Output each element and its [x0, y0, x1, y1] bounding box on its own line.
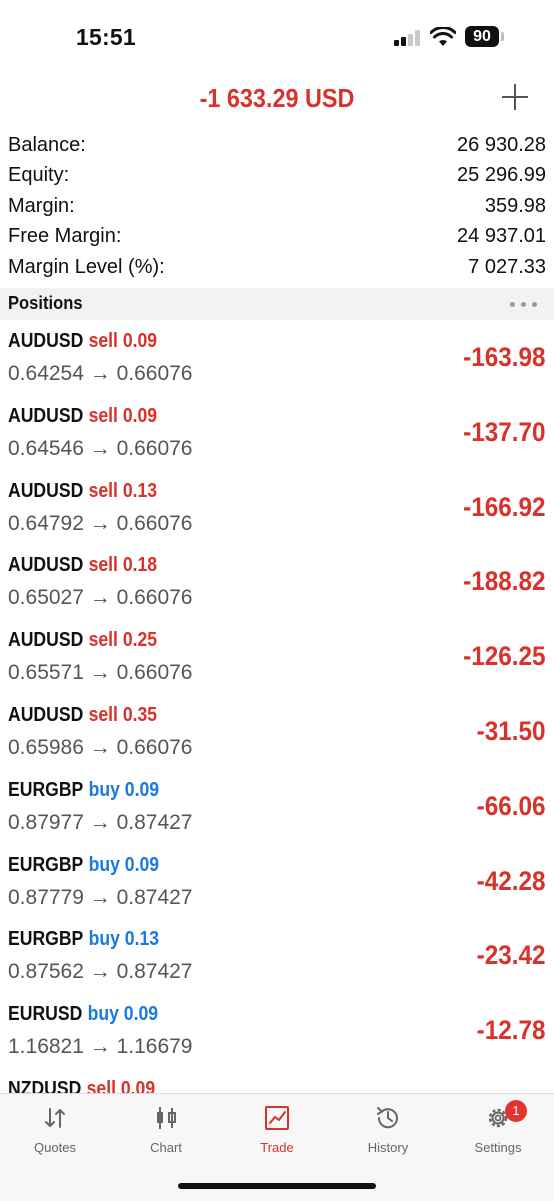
position-symbol: AUDUSD: [8, 629, 84, 652]
position-profit: -126.25: [463, 641, 546, 672]
position-prices: 0.64546 → 0.66076: [8, 436, 193, 460]
position-side: buy 0.09: [88, 853, 160, 876]
tab-chart-label: Chart: [150, 1140, 182, 1155]
position-side: sell 0.25: [88, 629, 158, 652]
position-row[interactable]: EURGBP buy 0.09 0.87977 → 0.87427 -66.06: [0, 769, 554, 844]
position-row[interactable]: AUDUSD sell 0.09 0.64254 → 0.66076 -163.9…: [0, 320, 554, 395]
tab-quotes[interactable]: Quotes: [0, 1100, 110, 1160]
margin-level-value: 7 027.33: [468, 255, 546, 278]
quotes-icon: [45, 1108, 65, 1128]
position-symbol: AUDUSD: [8, 703, 84, 726]
position-symbol: AUDUSD: [8, 330, 84, 352]
account-row-margin: Margin: 359.98: [0, 192, 554, 222]
position-profit: -137.70: [463, 416, 546, 447]
notification-badge: 1: [505, 1100, 527, 1122]
position-profit: -166.92: [463, 491, 546, 522]
margin-value: 359.98: [484, 194, 546, 217]
total-profit-loss: -1 633.29 USD: [199, 83, 355, 113]
position-row[interactable]: EURUSD buy 0.09 1.16821 → 1.16679 -12.78: [0, 993, 554, 1068]
positions-list: AUDUSD sell 0.09 0.64254 → 0.66076 -163.9…: [0, 320, 554, 1093]
position-profit: -163.98: [463, 342, 546, 372]
position-symbol: AUDUSD: [8, 404, 84, 427]
position-prices: 0.87977 → 0.87427: [8, 810, 193, 834]
history-icon: [377, 1107, 398, 1129]
tab-settings-label: Settings: [474, 1140, 522, 1155]
position-profit: -42.28: [477, 865, 546, 896]
tab-settings[interactable]: Settings 1: [443, 1100, 553, 1160]
position-row[interactable]: AUDUSD sell 0.25 0.65571 → 0.66076 -126.2…: [0, 619, 554, 694]
position-symbol: NZDUSD: [8, 1077, 82, 1093]
position-side: buy 0.09: [87, 1003, 159, 1026]
position-side: buy 0.13: [88, 928, 160, 951]
position-profit: -31.50: [477, 715, 546, 746]
margin-label: Margin:: [8, 194, 75, 217]
chart-icon: [157, 1107, 176, 1129]
margin-level-label: Margin Level (%):: [8, 255, 165, 278]
status-bar: 15:51 90: [0, 0, 554, 75]
position-prices: 0.87779 → 0.87427: [8, 885, 193, 909]
tab-chart[interactable]: Chart: [111, 1100, 221, 1160]
position-side: sell 0.18: [88, 554, 158, 577]
positions-section-header: Positions: [0, 288, 554, 320]
position-side: sell 0.09: [88, 330, 158, 352]
battery-indicator: 90: [465, 26, 499, 47]
position-prices: 0.87562 → 0.87427: [8, 960, 193, 984]
battery-tip: [501, 32, 504, 41]
position-symbol: AUDUSD: [8, 479, 84, 502]
wifi-icon: [430, 27, 456, 46]
position-row[interactable]: NZDUSD sell 0.09: [0, 1068, 554, 1093]
home-indicator: [178, 1183, 376, 1189]
new-order-button[interactable]: [502, 84, 528, 110]
position-symbol: AUDUSD: [8, 554, 84, 577]
position-profit: -188.82: [463, 566, 546, 597]
balance-value: 26 930.28: [457, 134, 546, 156]
account-row-balance: Balance: 26 930.28: [0, 131, 554, 161]
position-prices: 0.64254 → 0.66076: [8, 362, 193, 385]
cellular-signal-icon: [394, 30, 422, 46]
account-row-equity: Equity: 25 296.99: [0, 161, 554, 191]
equity-value: 25 296.99: [457, 164, 546, 187]
free-margin-value: 24 937.01: [457, 225, 546, 248]
tab-quotes-label: Quotes: [34, 1140, 76, 1155]
position-row[interactable]: AUDUSD sell 0.35 0.65986 → 0.66076 -31.50: [0, 694, 554, 769]
position-side: sell 0.13: [88, 479, 158, 502]
trade-header: -1 633.29 USD: [0, 75, 554, 125]
tab-history[interactable]: History: [333, 1100, 443, 1160]
trade-icon: [265, 1106, 289, 1130]
position-row[interactable]: AUDUSD sell 0.13 0.64792 → 0.66076 -166.9…: [0, 470, 554, 545]
position-profit: -12.78: [477, 1015, 546, 1046]
position-symbol: EURGBP: [8, 853, 84, 876]
tab-trade-label: Trade: [260, 1140, 294, 1155]
position-prices: 0.64792 → 0.66076: [8, 511, 193, 535]
position-prices: 0.65027 → 0.66076: [8, 586, 193, 610]
position-profit: -23.42: [477, 940, 546, 971]
position-prices: 1.16821 → 1.16679: [8, 1035, 193, 1059]
position-row[interactable]: EURGBP buy 0.09 0.87779 → 0.87427 -42.28: [0, 844, 554, 919]
more-options-icon[interactable]: [510, 302, 538, 307]
tab-trade[interactable]: Trade: [222, 1100, 332, 1160]
position-prices: 0.65571 → 0.66076: [8, 661, 193, 685]
account-row-free-margin: Free Margin: 24 937.01: [0, 222, 554, 252]
position-row[interactable]: AUDUSD sell 0.18 0.65027 → 0.66076 -188.8…: [0, 544, 554, 619]
position-row[interactable]: EURGBP buy 0.13 0.87562 → 0.87427 -23.42: [0, 918, 554, 993]
account-row-margin-level: Margin Level (%): 7 027.33: [0, 253, 554, 283]
position-row[interactable]: AUDUSD sell 0.09 0.64546 → 0.66076 -137.7…: [0, 395, 554, 470]
position-profit: -66.06: [477, 790, 546, 821]
position-symbol: EURUSD: [8, 1003, 83, 1026]
positions-title: Positions: [8, 293, 83, 313]
position-symbol: EURGBP: [8, 778, 84, 801]
position-side: sell 0.35: [88, 703, 158, 726]
equity-label: Equity:: [8, 164, 70, 187]
free-margin-label: Free Margin:: [8, 225, 122, 248]
position-symbol: EURGBP: [8, 928, 84, 951]
position-prices: 0.65986 → 0.66076: [8, 735, 193, 759]
position-side: buy 0.09: [88, 778, 160, 801]
balance-label: Balance:: [8, 134, 86, 156]
tab-history-label: History: [367, 1140, 409, 1155]
status-time: 15:51: [76, 24, 136, 50]
position-side: sell 0.09: [86, 1077, 156, 1093]
position-side: sell 0.09: [88, 404, 158, 427]
account-summary: Balance: 26 930.28 Equity: 25 296.99 Mar…: [0, 131, 554, 283]
